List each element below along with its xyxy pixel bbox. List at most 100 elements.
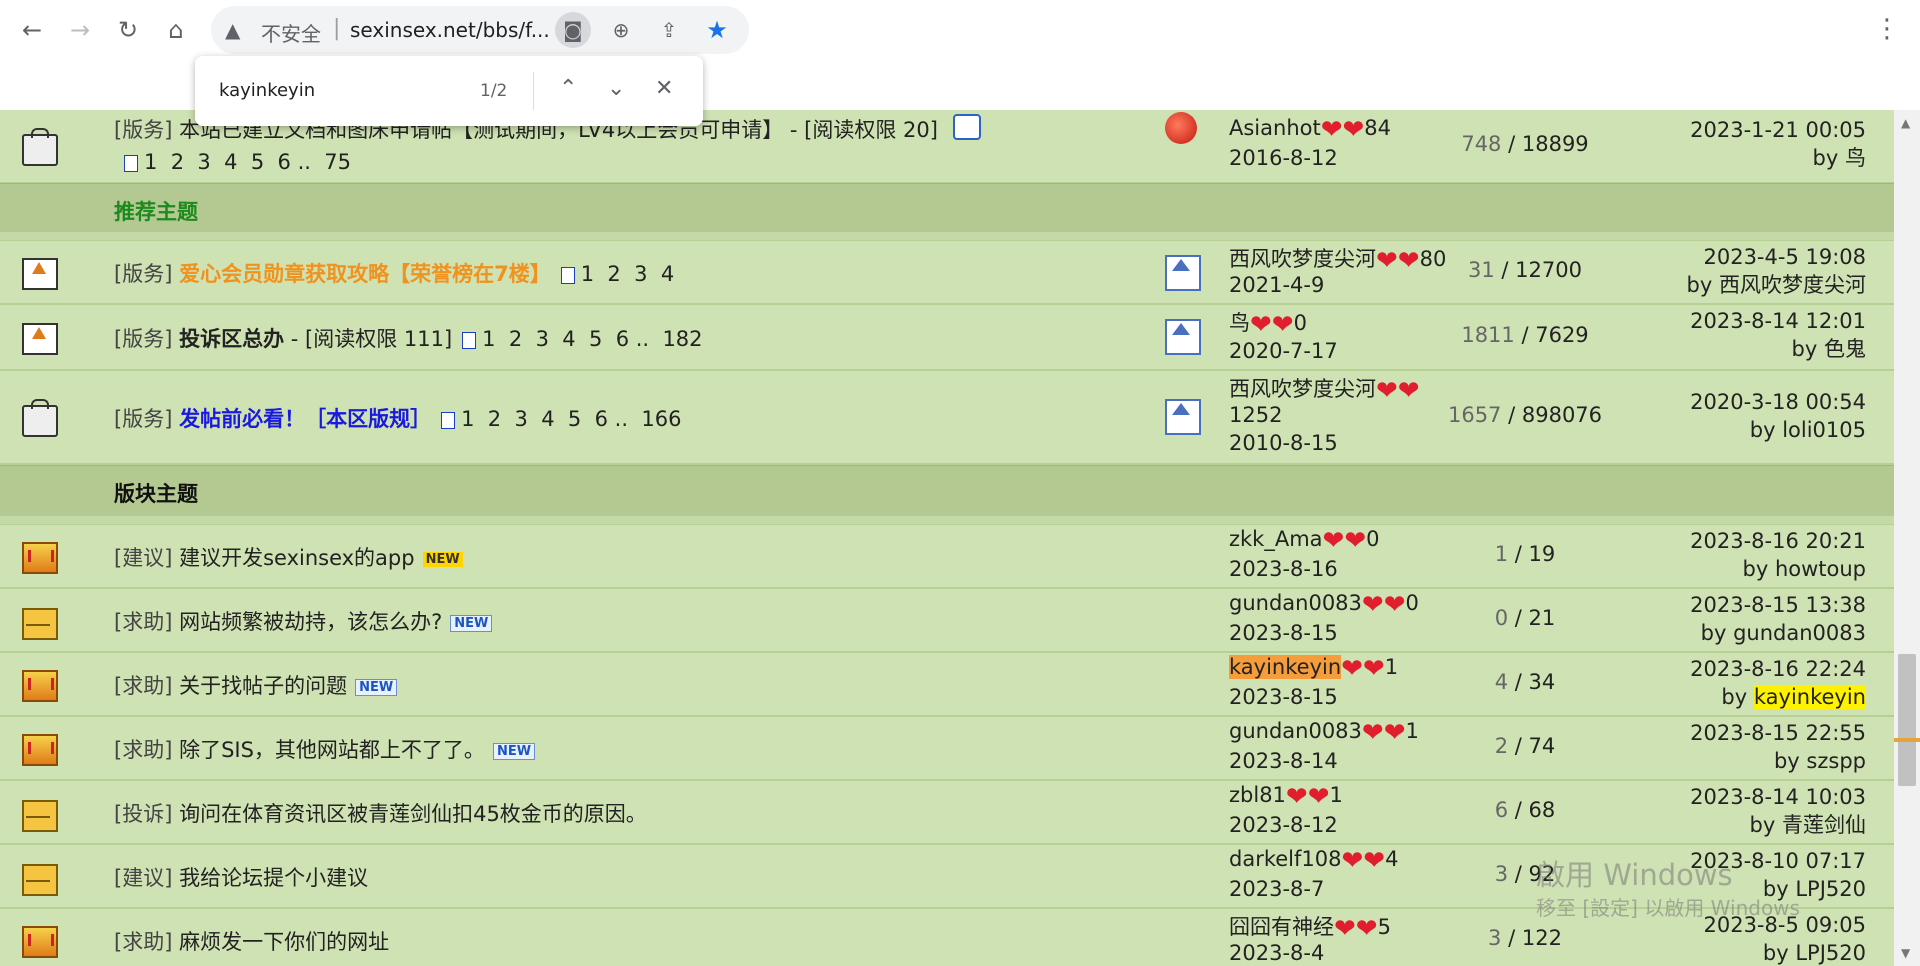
warning-icon[interactable]: ▲ — [225, 18, 240, 42]
table-row: [版务] 投诉区总办 - [阅读权限 111] 1 2 3 4 5 6 .. 18… — [0, 305, 1894, 371]
thread-tag: [版务] — [114, 327, 173, 351]
reload-icon[interactable]: ↻ — [110, 12, 146, 48]
thread-title[interactable]: 我给论坛提个小建议 — [179, 866, 368, 890]
last-post-time[interactable]: 2023-8-14 10:03 — [1506, 783, 1866, 811]
last-post-time[interactable]: 2023-8-14 12:01 — [1506, 307, 1866, 335]
upgrade-icon — [1165, 399, 1201, 435]
thread-title-line: [求助] 关于找帖子的问题 NEW — [114, 670, 398, 700]
forum-thread-list: [版务] 本站已建立文档和图床申请帖【测试期间，LV4以上会员可申请】 - [阅… — [0, 110, 1894, 966]
last-poster[interactable]: szspp — [1806, 749, 1866, 773]
table-row: [投诉] 询问在体育资讯区被青莲剑仙扣45枚金币的原因。 zbl81❤❤1 20… — [0, 781, 1894, 845]
last-poster[interactable]: 色鬼 — [1824, 337, 1866, 361]
address-bar[interactable]: ▲ 不安全 | sexinsex.net/bbs/f... ◙ ⊕ ⇪ ★ — [211, 6, 749, 54]
thread-title[interactable]: 网站频繁被劫持，该怎么办? — [179, 610, 442, 634]
last-poster[interactable]: howtoup — [1775, 557, 1866, 581]
thread-title[interactable]: 爱心会员勋章获取攻略【荣誉榜在7楼】 — [179, 262, 551, 286]
author-link[interactable]: gundan0083 — [1229, 591, 1362, 615]
last-poster[interactable]: kayinkeyin — [1753, 685, 1866, 709]
reply-count: 1657 — [1447, 403, 1502, 427]
scroll-up-arrow-icon[interactable]: ▲ — [1901, 116, 1910, 130]
author-link[interactable]: 鸟 — [1229, 311, 1250, 335]
thread-tag: [建议] — [114, 546, 173, 570]
last-poster[interactable]: LPJ520 — [1795, 877, 1866, 901]
author-link[interactable]: gundan0083 — [1229, 719, 1362, 743]
hot-thread-icon — [22, 926, 58, 958]
author-link[interactable]: kayinkeyin — [1229, 655, 1342, 679]
scroll-down-arrow-icon[interactable]: ▼ — [1901, 946, 1910, 960]
thread-title[interactable]: 发帖前必看！［本区版规］ — [179, 407, 431, 431]
author-link[interactable]: zkk_Ama — [1229, 527, 1323, 551]
last-post: 2023-8-16 20:21 by howtoup — [1506, 527, 1866, 583]
zoom-icon[interactable]: ⊕ — [603, 12, 639, 48]
menu-icon[interactable]: ⋮ — [1874, 14, 1900, 44]
last-post-time[interactable]: 2023-1-21 00:05 — [1506, 116, 1866, 144]
new-thread-icon — [22, 864, 58, 896]
find-next-icon[interactable]: ⌄ — [607, 76, 625, 101]
author-link[interactable]: 西风吹梦度尖河 — [1229, 247, 1376, 271]
last-post-time[interactable]: 2023-8-15 22:55 — [1506, 719, 1866, 747]
insecure-label[interactable]: 不安全 — [261, 18, 321, 47]
author-link[interactable]: darkelf108 — [1229, 847, 1341, 871]
scrollbar[interactable]: ▲ ▼ — [1894, 110, 1920, 966]
last-post: 2023-8-15 13:38 by gundan0083 — [1506, 591, 1866, 647]
author-cell: 西风吹梦度尖河❤❤ — [1229, 373, 1420, 404]
last-post-time[interactable]: 2023-8-16 22:24 — [1506, 655, 1866, 683]
thread-title[interactable]: 建议开发sexinsex的app — [179, 546, 415, 570]
thread-title[interactable]: 关于找帖子的问题 — [179, 674, 347, 698]
author-level: 0 — [1293, 311, 1307, 335]
thread-title[interactable]: 投诉区总办 — [179, 327, 284, 351]
last-poster[interactable]: LPJ520 — [1795, 941, 1866, 965]
hot-thread-icon — [22, 542, 58, 574]
thread-title-line: [版务] 爱心会员勋章获取攻略【荣誉榜在7楼】 1 2 3 4 — [114, 258, 674, 288]
last-post-time[interactable]: 2023-4-5 19:08 — [1506, 243, 1866, 271]
by-label: by — [1762, 941, 1789, 965]
last-poster[interactable]: loli0105 — [1782, 418, 1866, 442]
url-text[interactable]: sexinsex.net/bbs/f... — [350, 18, 550, 42]
thread-title[interactable]: 除了SIS，其他网站都上不了了。 — [179, 738, 485, 762]
scrollbar-thumb[interactable] — [1898, 654, 1916, 786]
page-icon — [441, 412, 456, 429]
bookmark-star-icon[interactable]: ★ — [699, 12, 735, 48]
last-post-time[interactable]: 2023-8-16 20:21 — [1506, 527, 1866, 555]
find-close-icon[interactable]: ✕ — [655, 76, 673, 101]
back-icon[interactable]: ← — [14, 12, 50, 48]
page-links[interactable]: 1 2 3 4 5 6 .. 75 — [144, 150, 351, 174]
thread-title[interactable]: 麻烦发一下你们的网址 — [179, 930, 389, 954]
table-row: [版务] 爱心会员勋章获取攻略【荣誉榜在7楼】 1 2 3 4 西风吹梦度尖河❤❤… — [0, 241, 1894, 305]
home-icon[interactable]: ⌂ — [158, 12, 194, 48]
author-link[interactable]: Asianhot — [1229, 116, 1321, 140]
page-links[interactable]: 1 2 3 4 5 6 .. 182 — [482, 327, 702, 351]
find-input[interactable]: kayinkeyin — [219, 80, 315, 101]
last-post-time[interactable]: 2020-3-18 00:54 — [1506, 388, 1866, 416]
table-row: [求助] 网站频繁被劫持，该怎么办? NEW gundan0083❤❤0 2023… — [0, 589, 1894, 653]
heart-icon: ❤❤ — [1285, 782, 1330, 812]
last-post: 2023-8-14 10:03 by 青莲剑仙 — [1506, 783, 1866, 839]
share-icon[interactable]: ⇪ — [651, 12, 687, 48]
thread-tag: [版务] — [114, 262, 173, 286]
new-badge: NEW — [422, 552, 463, 567]
by-label: by — [1791, 337, 1818, 361]
find-previous-icon[interactable]: ⌃ — [559, 76, 577, 101]
thread-title[interactable]: 询问在体育资讯区被青莲剑仙扣45枚金币的原因。 — [179, 802, 647, 826]
last-poster[interactable]: 青莲剑仙 — [1782, 813, 1866, 837]
table-row: [求助] 关于找帖子的问题 NEW kayinkeyin❤❤1 2023-8-15… — [0, 653, 1894, 717]
author-link[interactable]: zbl81 — [1229, 783, 1286, 807]
page-icon — [124, 155, 138, 172]
page-icon — [462, 332, 477, 349]
new-badge: NEW — [450, 615, 493, 632]
last-poster[interactable]: 西风吹梦度尖河 — [1719, 273, 1866, 297]
pagination: 1 2 3 4 5 6 .. 75 — [114, 150, 351, 174]
last-post-time[interactable]: 2023-8-15 13:38 — [1506, 591, 1866, 619]
author-link[interactable]: 囧囧有神经 — [1229, 915, 1334, 939]
section-title: 推荐主题 — [114, 200, 198, 224]
new-badge: NEW — [492, 743, 536, 760]
lens-icon[interactable]: ◙ — [555, 12, 591, 48]
page-links[interactable]: 1 2 3 4 5 6 .. 166 — [461, 407, 681, 431]
last-poster[interactable]: 鸟 — [1845, 146, 1866, 170]
page-links[interactable]: 1 2 3 4 — [581, 262, 675, 286]
by-label: by — [1700, 621, 1727, 645]
last-poster[interactable]: gundan0083 — [1733, 621, 1866, 645]
forward-icon[interactable]: → — [62, 12, 98, 48]
thread-title-line: [投诉] 询问在体育资讯区被青莲剑仙扣45枚金币的原因。 — [114, 798, 647, 828]
author-link[interactable]: 西风吹梦度尖河 — [1229, 377, 1376, 401]
